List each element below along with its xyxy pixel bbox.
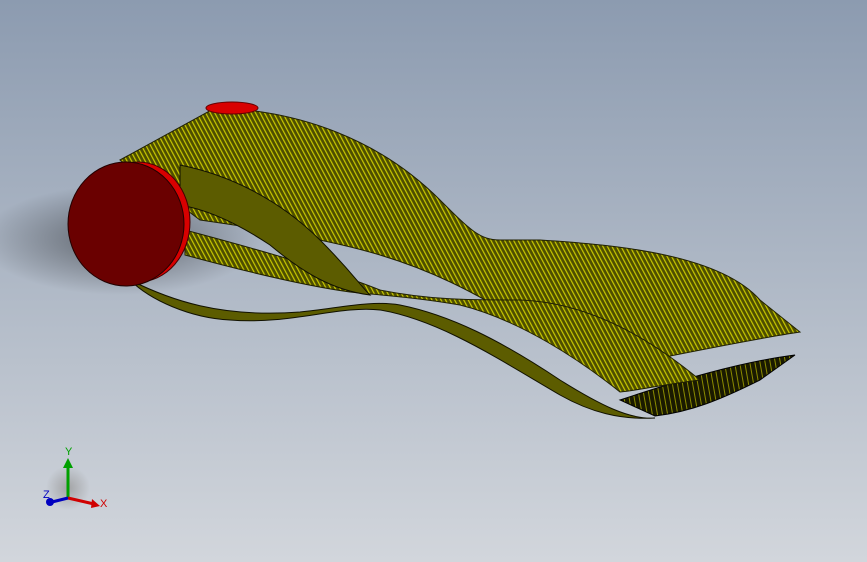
y-axis-label: Y (65, 446, 73, 458)
front-pulley[interactable] (67, 161, 191, 287)
reference-triad[interactable]: Y X Z (38, 440, 118, 520)
x-axis-arrow (91, 499, 100, 508)
graphics-viewport[interactable]: Y X Z (0, 0, 867, 562)
x-axis-label: X (100, 498, 108, 510)
y-axis-arrow (63, 458, 73, 468)
z-axis-label: Z (43, 489, 50, 501)
front-pulley-face (67, 161, 185, 287)
back-pulley-rim (205, 101, 259, 115)
3d-scene[interactable] (0, 0, 867, 562)
